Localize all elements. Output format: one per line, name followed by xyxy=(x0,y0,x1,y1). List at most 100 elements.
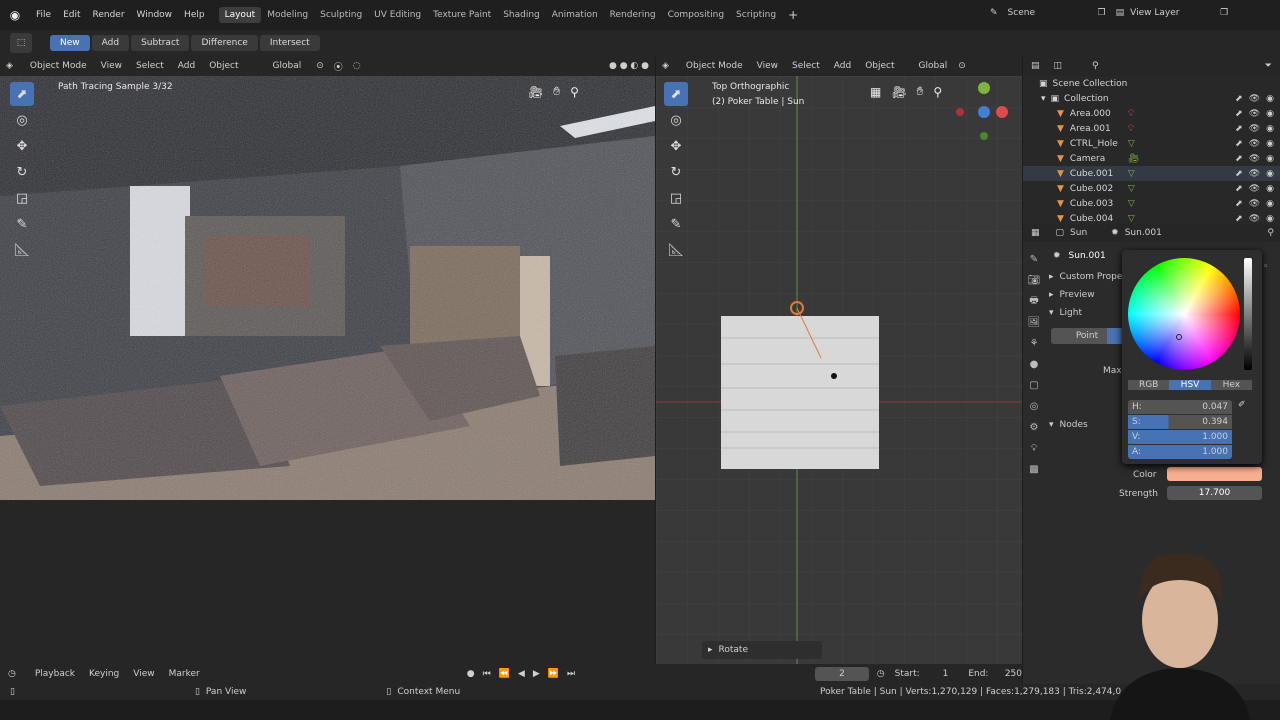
pin-icon[interactable]: ⚲ xyxy=(1267,228,1274,238)
add-workspace-icon[interactable]: + xyxy=(782,8,804,22)
menu-file[interactable]: File xyxy=(30,10,57,20)
camera-data-icon[interactable]: 🎥︎ xyxy=(1128,154,1139,164)
select-box-tool-icon[interactable]: ⬚ xyxy=(10,33,32,53)
data-block-selector[interactable]: ✹ Sun.001 xyxy=(1053,248,1106,264)
menu-object[interactable]: Object xyxy=(202,61,245,71)
cursor-tool-icon[interactable]: ◎ xyxy=(10,108,34,132)
wheel-cursor[interactable] xyxy=(1176,334,1182,340)
difference-button[interactable]: Difference xyxy=(191,35,258,51)
menu-edit[interactable]: Edit xyxy=(57,10,86,20)
mode-dropdown[interactable]: Object Mode xyxy=(23,61,94,71)
move-tool-icon[interactable]: ✥ xyxy=(10,134,34,158)
render-camera-icon[interactable]: ◉ xyxy=(1266,154,1274,164)
data-tab-icon[interactable]: 💡︎ xyxy=(1025,439,1043,457)
mesh-data-icon[interactable]: ▽ xyxy=(1128,199,1135,209)
search-icon[interactable]: ⚲ xyxy=(1092,61,1099,71)
menu-view[interactable]: View xyxy=(126,669,161,679)
tab-layout[interactable]: Layout xyxy=(218,7,262,23)
mesh-data-icon[interactable]: ▽ xyxy=(1128,139,1135,149)
hue-field[interactable]: H: 0.047 xyxy=(1128,400,1232,414)
expand-arrow-icon[interactable]: ▾ xyxy=(1041,94,1046,104)
tab-compositing[interactable]: Compositing xyxy=(662,7,730,23)
view-layer-name[interactable]: View Layer xyxy=(1130,8,1220,18)
constraints-tab-icon[interactable]: ⚙ xyxy=(1025,418,1043,436)
visibility-eye-icon[interactable]: 👁︎ xyxy=(1249,169,1260,179)
visibility-eye-icon[interactable]: 👁︎ xyxy=(1249,94,1260,104)
editor-type-icon[interactable]: ◷ xyxy=(8,669,16,679)
light-type-sun[interactable] xyxy=(1107,328,1123,344)
menu-view[interactable]: View xyxy=(94,61,129,71)
tab-scripting[interactable]: Scripting xyxy=(730,7,782,23)
measure-tool-icon[interactable]: 📐︎ xyxy=(10,238,34,262)
visibility-eye-icon[interactable]: 👁︎ xyxy=(1249,154,1260,164)
scene-copy-icon[interactable]: ❐ xyxy=(1098,8,1106,18)
right-viewport[interactable]: ◈ Object Mode View Select Add Object Glo… xyxy=(656,56,1022,664)
menu-playback[interactable]: Playback xyxy=(28,669,82,679)
start-field[interactable]: Start: 1 xyxy=(895,669,949,679)
value-field[interactable]: V: 1.000 xyxy=(1128,430,1232,444)
visibility-eye-icon[interactable]: 👁︎ xyxy=(1249,199,1260,209)
render-camera-icon[interactable]: ◉ xyxy=(1266,94,1274,104)
pivot-icon[interactable]: ⊙ xyxy=(316,61,324,71)
next-key-icon[interactable]: ⏩ xyxy=(548,669,559,679)
tree-item[interactable]: ▼ Area.000 💡︎ ⬈ 👁︎ ◉ xyxy=(1023,106,1280,121)
eyedropper-icon[interactable]: ✐ xyxy=(1238,400,1246,410)
orientation-dropdown[interactable]: Global xyxy=(266,61,309,71)
alpha-field[interactable]: A: 1.000 xyxy=(1128,445,1232,459)
prev-key-icon[interactable]: ⏪ xyxy=(499,669,510,679)
mode-hex-tab[interactable]: Hex xyxy=(1210,380,1252,390)
pan-hand-icon[interactable]: ✋︎ xyxy=(917,84,924,99)
end-field[interactable]: End: 250 xyxy=(968,669,1022,679)
record-icon[interactable]: ● xyxy=(467,669,475,679)
blender-logo-icon[interactable]: ◉ xyxy=(0,8,30,22)
mode-hsv-tab[interactable]: HSV xyxy=(1169,380,1211,390)
mesh-data-icon[interactable]: ▽ xyxy=(1128,169,1135,179)
menu-window[interactable]: Window xyxy=(131,10,179,20)
proportional-icon[interactable]: ◌ xyxy=(353,61,361,71)
camera-view-icon[interactable]: 🎥︎ xyxy=(528,85,543,99)
subtract-button[interactable]: Subtract xyxy=(131,35,190,51)
menu-help[interactable]: Help xyxy=(178,10,211,20)
keyframe-dot-icon[interactable]: ◦ xyxy=(1263,262,1268,272)
annotate-tool-icon[interactable]: ✎ xyxy=(664,212,688,236)
measure-tool-icon[interactable]: 📐︎ xyxy=(664,238,688,262)
render-camera-icon[interactable]: ◉ xyxy=(1266,139,1274,149)
tree-item[interactable]: ▼ Camera 🎥︎ ⬈ 👁︎ ◉ xyxy=(1023,151,1280,166)
pan-hand-icon[interactable]: ✋︎ xyxy=(553,84,560,99)
panel-nodes[interactable]: ▾ Nodes xyxy=(1049,420,1088,430)
visibility-eye-icon[interactable]: 👁︎ xyxy=(1249,184,1260,194)
render-camera-icon[interactable]: ◉ xyxy=(1266,109,1274,119)
data-name-field[interactable]: Sun.001 xyxy=(1069,251,1106,261)
menu-select[interactable]: Select xyxy=(785,61,827,71)
menu-keying[interactable]: Keying xyxy=(82,669,126,679)
menu-view[interactable]: View xyxy=(750,61,785,71)
view-layer-tab-icon[interactable]: 🖼︎ xyxy=(1025,313,1043,331)
color-swatch[interactable] xyxy=(1167,467,1262,481)
jump-end-icon[interactable]: ⏭ xyxy=(567,669,575,679)
new-button[interactable]: New xyxy=(50,35,90,51)
move-tool-icon[interactable]: ✥ xyxy=(664,134,688,158)
visibility-eye-icon[interactable]: 👁︎ xyxy=(1249,214,1260,224)
properties-editor-icon[interactable]: ▦ xyxy=(1031,228,1040,238)
intersect-button[interactable]: Intersect xyxy=(259,35,320,51)
render-camera-icon[interactable]: ◉ xyxy=(1266,169,1274,179)
tab-texture-paint[interactable]: Texture Paint xyxy=(427,7,497,23)
tool-tab-icon[interactable]: ✎ xyxy=(1025,250,1043,268)
editor-type-icon[interactable]: ◈ xyxy=(6,61,13,71)
tab-rendering[interactable]: Rendering xyxy=(604,7,662,23)
tab-shading[interactable]: Shading xyxy=(497,7,546,23)
menu-render[interactable]: Render xyxy=(87,10,131,20)
clock-icon[interactable]: ◷ xyxy=(877,669,885,679)
view-layer-copy-icon[interactable]: ❐ xyxy=(1220,8,1228,18)
tree-item[interactable]: ▼ Area.001 💡︎ ⬈ 👁︎ ◉ xyxy=(1023,121,1280,136)
rotate-tool-icon[interactable]: ↻ xyxy=(10,160,34,184)
pivot-icon[interactable]: ⊙ xyxy=(958,61,966,71)
object-tab-icon[interactable]: ▢ xyxy=(1025,376,1043,394)
menu-select[interactable]: Select xyxy=(129,61,171,71)
visibility-eye-icon[interactable]: 👁︎ xyxy=(1249,109,1260,119)
tab-uv-editing[interactable]: UV Editing xyxy=(368,7,427,23)
hue-saturation-wheel[interactable] xyxy=(1128,258,1240,370)
display-mode-icon[interactable]: ◫ xyxy=(1054,61,1063,71)
texture-tab-icon[interactable]: ▩ xyxy=(1025,460,1043,478)
scene-selector[interactable]: ✎ Scene ❐ ▤ View Layer ❐ xyxy=(990,8,1228,18)
